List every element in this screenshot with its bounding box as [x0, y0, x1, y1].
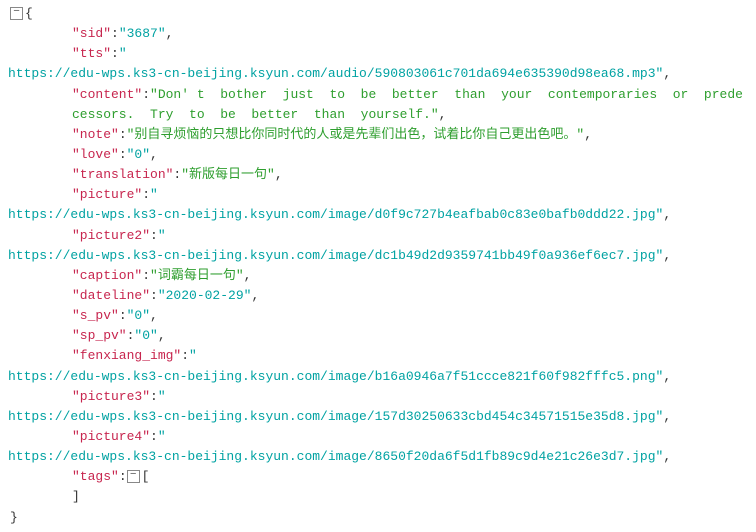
value-note: "别自寻烦恼的只想比你同时代的人或是先辈们出色，试着比你自己更出色吧。" [127, 127, 585, 142]
row-tags: "tags":−[ [8, 467, 748, 487]
value-caption: "词霸每日一句" [150, 268, 244, 283]
key-sp-pv: "sp_pv" [72, 328, 127, 343]
key-picture4: "picture4" [72, 429, 150, 444]
key-caption: "caption" [72, 268, 142, 283]
key-dateline: "dateline" [72, 288, 150, 303]
row-dateline: "dateline":"2020-02-29", [8, 286, 748, 306]
row-sp-pv: "sp_pv":"0", [8, 326, 748, 346]
row-translation: "translation":"新版每日一句", [8, 165, 748, 185]
value-fenxiang-img-url: https://edu-wps.ks3-cn-beijing.ksyun.com… [8, 367, 748, 387]
brace-close: } [10, 510, 18, 525]
value-s-pv: "0" [127, 308, 150, 323]
value-picture3-url: https://edu-wps.ks3-cn-beijing.ksyun.com… [8, 407, 748, 427]
key-picture2: "picture2" [72, 228, 150, 243]
value-content: "Don' t bother just to be better than yo… [72, 87, 743, 122]
row-tts: "tts":" [8, 44, 748, 64]
row-note: "note":"别自寻烦恼的只想比你同时代的人或是先辈们出色，试着比你自己更出色… [8, 125, 748, 145]
row-picture4: "picture4":" [8, 427, 748, 447]
value-picture-url: https://edu-wps.ks3-cn-beijing.ksyun.com… [8, 205, 748, 225]
row-content: "content":"Don' t bother just to be bett… [8, 85, 748, 125]
bracket-close: ] [72, 489, 80, 504]
row-fenxiang-img: "fenxiang_img":" [8, 346, 748, 366]
row-picture3: "picture3":" [8, 387, 748, 407]
value-translation: "新版每日一句" [181, 167, 275, 182]
bracket-open: [ [142, 469, 150, 484]
value-sid: "3687" [119, 26, 166, 41]
key-tts: "tts" [72, 46, 111, 61]
value-sp-pv: "0" [134, 328, 157, 343]
brace-open: { [25, 6, 33, 21]
row-s-pv: "s_pv":"0", [8, 306, 748, 326]
value-picture4-url: https://edu-wps.ks3-cn-beijing.ksyun.com… [8, 447, 748, 467]
collapse-icon[interactable]: − [127, 470, 140, 483]
key-love: "love" [72, 147, 119, 162]
key-picture3: "picture3" [72, 389, 150, 404]
row-picture2: "picture2":" [8, 226, 748, 246]
key-fenxiang-img: "fenxiang_img" [72, 348, 181, 363]
object-open[interactable]: −{ [8, 4, 748, 24]
row-love: "love":"0", [8, 145, 748, 165]
key-note: "note" [72, 127, 119, 142]
key-sid: "sid" [72, 26, 111, 41]
row-picture: "picture":" [8, 185, 748, 205]
key-s-pv: "s_pv" [72, 308, 119, 323]
value-picture2-url: https://edu-wps.ks3-cn-beijing.ksyun.com… [8, 246, 748, 266]
key-content: "content" [72, 87, 142, 102]
collapse-icon[interactable]: − [10, 7, 23, 20]
key-tags: "tags" [72, 469, 119, 484]
row-sid: "sid":"3687", [8, 24, 748, 44]
row-caption: "caption":"词霸每日一句", [8, 266, 748, 286]
key-translation: "translation" [72, 167, 173, 182]
value-tts-url: https://edu-wps.ks3-cn-beijing.ksyun.com… [8, 64, 748, 84]
value-dateline: "2020-02-29" [158, 288, 252, 303]
value-love: "0" [127, 147, 150, 162]
key-picture: "picture" [72, 187, 142, 202]
tags-close: ] [8, 487, 748, 507]
object-close: } [8, 508, 748, 528]
